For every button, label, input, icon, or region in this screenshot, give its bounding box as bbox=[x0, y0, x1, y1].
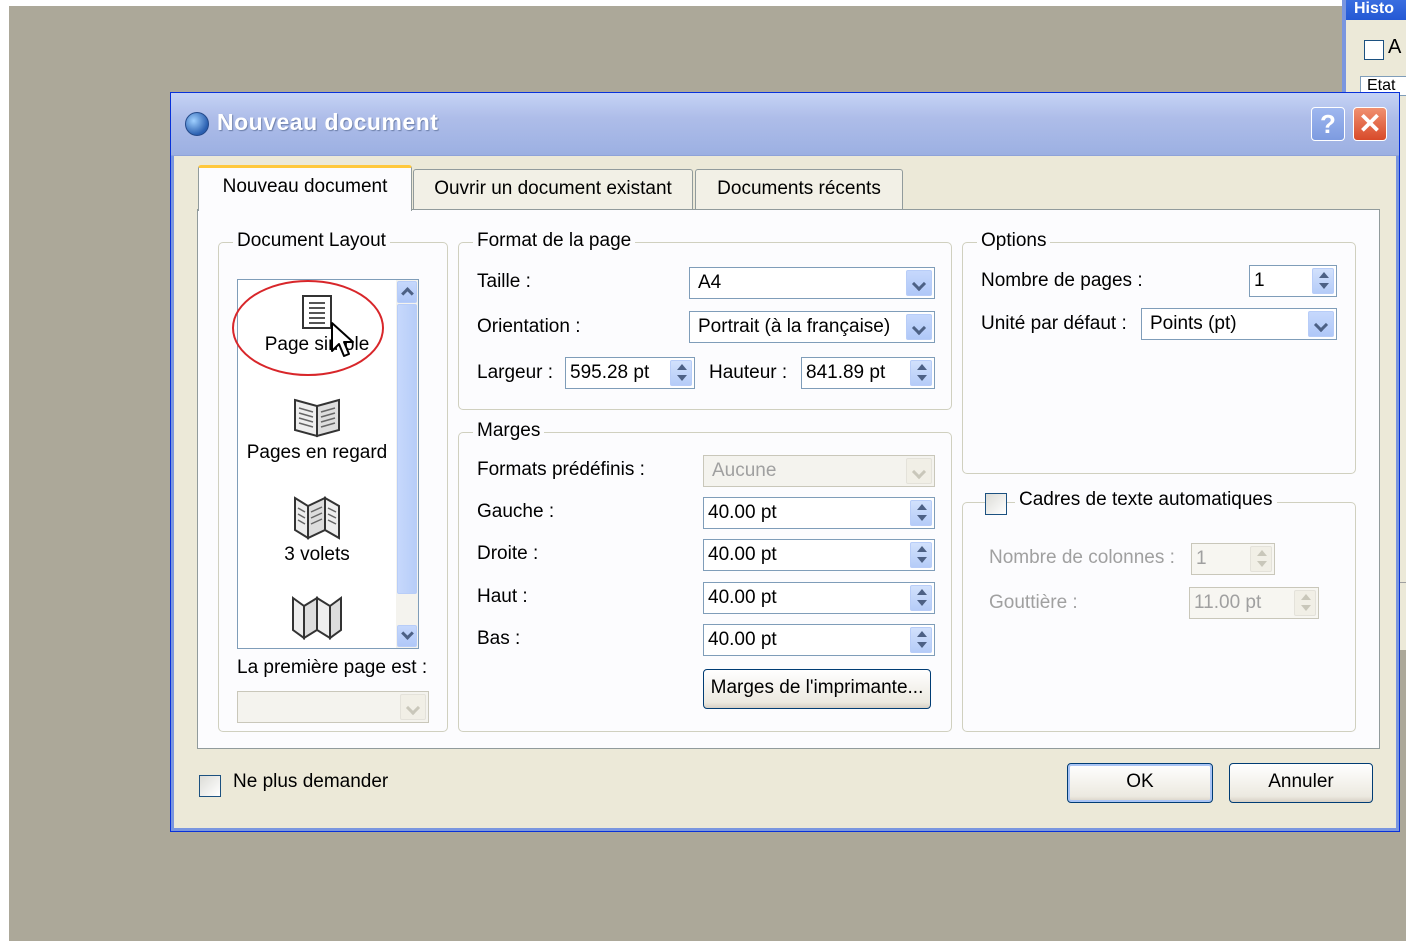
scroll-down-icon[interactable] bbox=[397, 625, 417, 647]
text-frames-group: Cadres de texte automatiques Nombre de c… bbox=[962, 489, 1356, 732]
left-margin-label: Gauche : bbox=[477, 501, 555, 522]
height-label: Hauteur : bbox=[709, 362, 788, 383]
layout-list[interactable]: Page simple Pages en regard 3 volets bbox=[237, 279, 419, 649]
three-fold-icon bbox=[294, 496, 340, 540]
first-page-label: La première page est : bbox=[237, 657, 428, 678]
top-margin-label: Haut : bbox=[477, 586, 528, 607]
height-stepper[interactable]: 841.89 pt bbox=[801, 357, 935, 389]
width-label: Largeur : bbox=[477, 362, 554, 383]
background-window-checkbox[interactable] bbox=[1364, 40, 1384, 60]
spin-arrows-icon[interactable] bbox=[910, 500, 932, 526]
ok-button[interactable]: OK bbox=[1067, 763, 1213, 803]
tab-open-existing[interactable]: Ouvrir un document existant bbox=[413, 169, 693, 209]
left-margin-stepper[interactable]: 40.00 pt bbox=[703, 497, 935, 529]
dialog-titlebar[interactable]: Nouveau document ? ✕ bbox=[171, 93, 1399, 156]
chevron-down-icon[interactable] bbox=[400, 694, 426, 720]
scroll-up-icon[interactable] bbox=[397, 281, 417, 303]
size-select[interactable]: A4 bbox=[689, 267, 935, 299]
layout-item-label: Page simple bbox=[264, 334, 370, 355]
page-count-label: Nombre de pages : bbox=[981, 270, 1143, 291]
help-button[interactable]: ? bbox=[1311, 107, 1345, 141]
text-frames-title: Cadres de texte automatiques bbox=[1015, 489, 1277, 511]
spin-arrows-icon[interactable] bbox=[670, 360, 692, 386]
first-page-select[interactable] bbox=[237, 691, 429, 723]
layout-item-single-page[interactable]: Page simple bbox=[238, 294, 396, 356]
background-window-checkbox-label: A bbox=[1388, 36, 1402, 58]
printer-margins-button[interactable]: Marges de l'imprimante... bbox=[703, 669, 931, 709]
spin-arrows-icon[interactable] bbox=[910, 542, 932, 568]
dialog-title: Nouveau document bbox=[217, 109, 439, 135]
spin-arrows-icon[interactable] bbox=[1312, 268, 1334, 294]
four-fold-icon bbox=[292, 596, 342, 640]
presets-select[interactable]: Aucune bbox=[703, 455, 935, 487]
page-format-group: Format de la page Taille : A4 Orientatio… bbox=[458, 230, 952, 410]
options-group: Options Nombre de pages : 1 Unité par dé… bbox=[962, 230, 1356, 474]
options-title: Options bbox=[977, 230, 1051, 252]
presets-label: Formats prédéfinis : bbox=[477, 459, 645, 480]
spin-arrows-icon[interactable] bbox=[910, 585, 932, 611]
bottom-margin-label: Bas : bbox=[477, 628, 521, 649]
facing-pages-icon bbox=[294, 398, 340, 438]
orientation-select[interactable]: Portrait (à la française) bbox=[689, 311, 935, 343]
spin-arrows-icon[interactable] bbox=[910, 627, 932, 653]
right-margin-stepper[interactable]: 40.00 pt bbox=[703, 539, 935, 571]
page-count-stepper[interactable]: 1 bbox=[1249, 265, 1337, 297]
orientation-label: Orientation : bbox=[477, 316, 581, 337]
spin-arrows-icon[interactable] bbox=[1250, 546, 1272, 572]
layout-item-three-fold[interactable]: 3 volets bbox=[238, 494, 396, 566]
gutter-label: Gouttière : bbox=[989, 592, 1078, 613]
top-margin-stepper[interactable]: 40.00 pt bbox=[703, 582, 935, 614]
chevron-down-icon[interactable] bbox=[1308, 311, 1334, 337]
cancel-button[interactable]: Annuler bbox=[1229, 763, 1373, 803]
tab-panel-new-document: Document Layout Page simple Pages en reg… bbox=[197, 209, 1380, 749]
new-document-dialog: Nouveau document ? ✕ Nouveau document Ou… bbox=[170, 92, 1400, 832]
spin-arrows-icon[interactable] bbox=[910, 360, 932, 386]
tab-new-document[interactable]: Nouveau document bbox=[198, 165, 412, 211]
scroll-thumb[interactable] bbox=[397, 304, 417, 594]
default-unit-select[interactable]: Points (pt) bbox=[1141, 308, 1337, 340]
mouse-cursor-icon bbox=[331, 322, 354, 357]
layout-item-facing-pages[interactable]: Pages en regard bbox=[238, 394, 396, 464]
chevron-down-icon[interactable] bbox=[906, 314, 932, 340]
background-window-title: Histo bbox=[1346, 0, 1406, 20]
app-globe-icon bbox=[185, 112, 209, 136]
layout-item-label: 3 volets bbox=[284, 544, 350, 565]
tab-recent-documents[interactable]: Documents récents bbox=[695, 169, 903, 209]
page-format-title: Format de la page bbox=[473, 230, 636, 252]
desktop-left-edge bbox=[0, 0, 9, 941]
document-layout-group: Document Layout Page simple Pages en reg… bbox=[218, 230, 448, 732]
layout-item-four-fold[interactable] bbox=[238, 594, 396, 644]
layout-list-scrollbar[interactable] bbox=[396, 280, 418, 648]
gutter-stepper[interactable]: 11.00 pt bbox=[1189, 587, 1319, 619]
margins-group: Marges Formats prédéfinis : Aucune Gauch… bbox=[458, 420, 952, 732]
size-label: Taille : bbox=[477, 271, 531, 292]
columns-stepper[interactable]: 1 bbox=[1191, 543, 1275, 575]
text-frames-checkbox[interactable] bbox=[985, 493, 1007, 515]
chevron-down-icon[interactable] bbox=[906, 458, 932, 484]
width-stepper[interactable]: 595.28 pt bbox=[565, 357, 695, 389]
bottom-margin-stepper[interactable]: 40.00 pt bbox=[703, 624, 935, 656]
single-page-icon bbox=[302, 295, 332, 329]
dont-ask-checkbox[interactable] bbox=[199, 775, 221, 797]
layout-item-label: Pages en regard bbox=[246, 442, 388, 463]
spin-arrows-icon[interactable] bbox=[1294, 590, 1316, 616]
right-margin-label: Droite : bbox=[477, 543, 539, 564]
close-button[interactable]: ✕ bbox=[1353, 107, 1387, 141]
document-layout-title: Document Layout bbox=[233, 230, 390, 252]
columns-label: Nombre de colonnes : bbox=[989, 547, 1175, 568]
default-unit-label: Unité par défaut : bbox=[981, 313, 1127, 334]
desktop-top-edge bbox=[0, 0, 1406, 6]
dont-ask-label: Ne plus demander bbox=[233, 771, 389, 792]
chevron-down-icon[interactable] bbox=[906, 270, 932, 296]
margins-title: Marges bbox=[473, 420, 545, 442]
